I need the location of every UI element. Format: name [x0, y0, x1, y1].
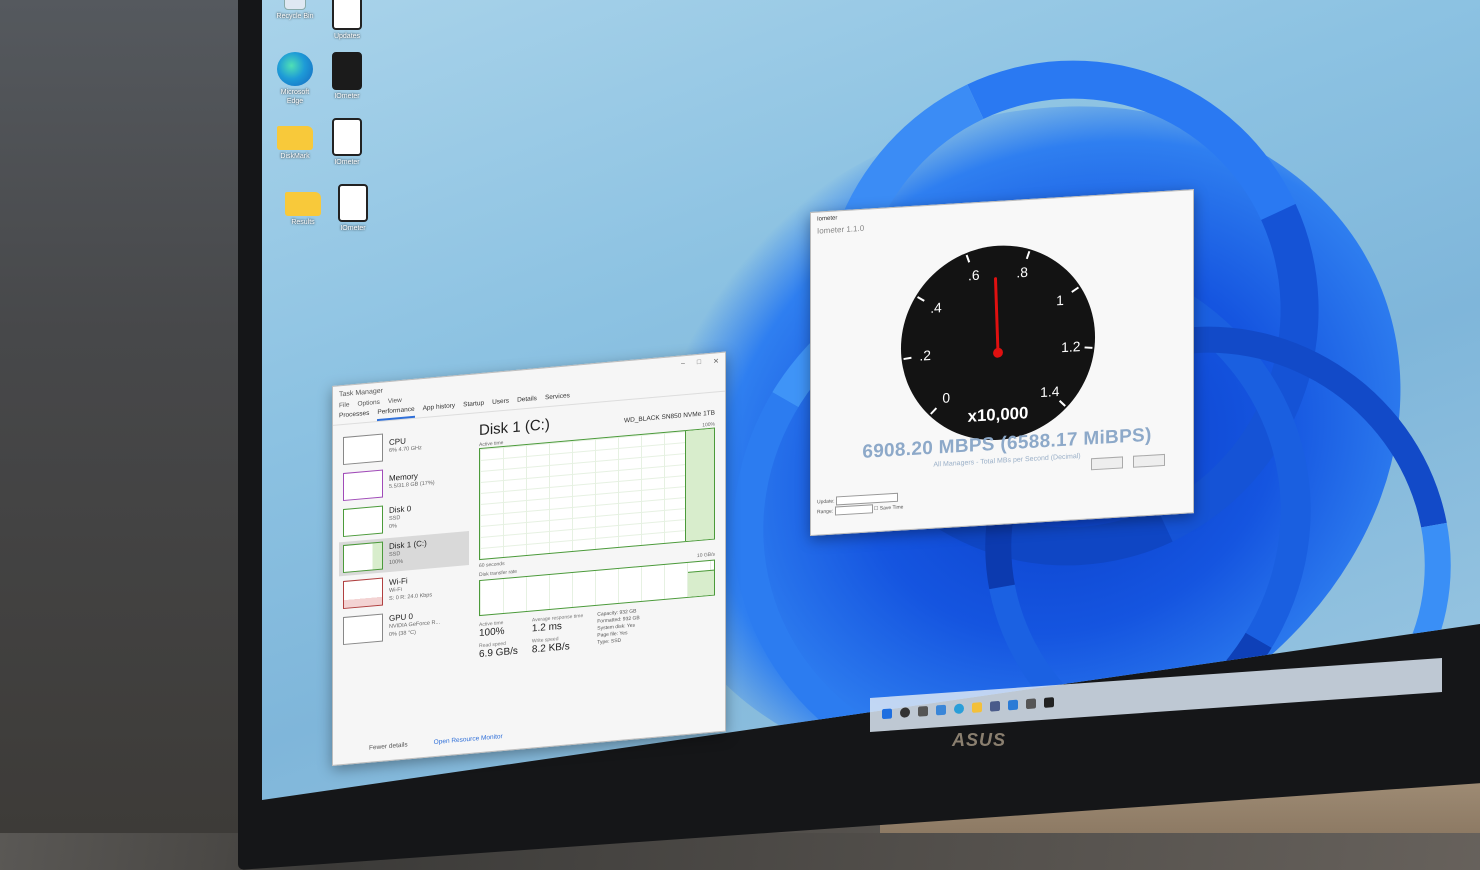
stop-button[interactable]: [1133, 453, 1165, 468]
tab-app-history[interactable]: App history: [423, 402, 456, 417]
update-label: Update:: [817, 498, 835, 506]
gauge-label: .6: [968, 267, 980, 284]
active-time-value: 100%: [479, 625, 505, 640]
gauge-label: 1.4: [1040, 383, 1060, 400]
iometer-icon: [338, 184, 368, 222]
active-time-graph: [479, 427, 715, 561]
room-background: [0, 0, 260, 833]
edge-icon[interactable]: [954, 703, 964, 715]
maximize-icon[interactable]: □: [697, 359, 701, 367]
desktop-icon[interactable]: DiskMark: [272, 118, 318, 178]
gauge-tick: [1084, 346, 1093, 349]
gauge-label: .8: [1016, 264, 1028, 281]
tab-startup[interactable]: Startup: [463, 400, 484, 414]
range-input[interactable]: [834, 504, 873, 516]
iometer-taskbar-icon[interactable]: [1044, 697, 1054, 708]
desktop-icon[interactable]: Microsoft Edge: [272, 52, 318, 112]
read-speed-value: 6.9 GB/s: [479, 645, 518, 661]
window-title: Task Manager: [339, 387, 383, 398]
gauge-multiplier: x10,000: [968, 403, 1029, 426]
speed-gauge: 0 .2 .4 .6 .8 1 1.2 1.4 x10,000: [900, 245, 1096, 441]
store-icon[interactable]: [990, 700, 1000, 712]
asus-logo: ASUS: [952, 730, 1007, 750]
resource-usage: 0%: [389, 523, 397, 531]
resource-monitor-link[interactable]: Open Resource Monitor: [434, 733, 503, 746]
gauge-label: 0: [942, 389, 950, 405]
disk-thumbnail: [343, 541, 383, 574]
transfer-max: 10 GB/s: [696, 551, 715, 560]
transfer-fill: [688, 569, 714, 597]
gpu-thumbnail: [343, 613, 383, 646]
activity-spike: [685, 428, 714, 542]
iometer-icon: [332, 118, 362, 156]
desktop-icon-label: IOmeter: [334, 93, 360, 100]
desktop-icon[interactable]: Results: [280, 184, 326, 244]
close-icon[interactable]: ✕: [713, 357, 719, 366]
gauge-label: .2: [919, 347, 931, 364]
disk-title: Disk 1 (C:): [479, 415, 550, 440]
task-view-icon[interactable]: [918, 705, 928, 717]
mail-icon[interactable]: [1008, 699, 1018, 711]
resource-detail: 6% 4.70 GHz: [389, 445, 422, 455]
cpu-thumbnail: [343, 433, 383, 466]
graph-time: 60 seconds: [479, 560, 505, 570]
desktop-icon-label: Results: [291, 219, 315, 226]
disk-details-panel: Disk 1 (C:) WD_BLACK SN850 NVMe 1TB Acti…: [479, 401, 715, 664]
desktop-icon-label: IOmeter: [340, 225, 366, 232]
desktop-icon-label: IOmeter: [334, 159, 360, 166]
edge-icon: [277, 52, 313, 86]
gauge-label: 1: [1056, 292, 1064, 308]
desktop-icon[interactable]: Recycle Bin: [272, 0, 318, 52]
widgets-icon[interactable]: [936, 704, 946, 716]
task-manager-window[interactable]: Task Manager – □ ✕ File Options View Pro…: [332, 351, 726, 766]
start-icon[interactable]: [882, 708, 892, 720]
iometer-speed-window[interactable]: Iometer Iometer 1.1.0 0.2.4.6.8 1 1.2 1.4 x1…: [810, 189, 1194, 536]
desktop-icon[interactable]: IOmeter: [324, 52, 370, 112]
footer: Fewer details Open Resource Monitor: [369, 733, 503, 752]
desktop-icon-label: Recycle Bin: [276, 13, 314, 20]
gauge-label: .4: [930, 299, 942, 316]
recycle-bin-icon: [284, 0, 306, 10]
save-time-checkbox[interactable]: ☐: [874, 506, 878, 512]
reset-button[interactable]: [1091, 456, 1123, 471]
tab-processes[interactable]: Processes: [339, 410, 369, 425]
memory-thumbnail: [343, 469, 383, 502]
task-manager-icon[interactable]: [1026, 698, 1036, 710]
tab-users[interactable]: Users: [492, 398, 509, 411]
fewer-details-link[interactable]: Fewer details: [369, 741, 408, 751]
tab-performance[interactable]: Performance: [377, 405, 415, 422]
folder-icon: [277, 126, 313, 150]
desktop-icon[interactable]: IOmeter: [330, 184, 376, 244]
gauge-label: 1.2: [1061, 338, 1081, 355]
tab-details[interactable]: Details: [517, 395, 537, 409]
folder-icon: [285, 192, 321, 216]
desktop-icon[interactable]: Updates: [324, 0, 370, 52]
disk-properties: Capacity: 932 GB Formatted: 932 GB System …: [597, 608, 640, 654]
minimize-icon[interactable]: –: [681, 360, 685, 368]
tab-services[interactable]: Services: [545, 392, 570, 406]
desktop-icon-label: Updates: [333, 33, 361, 40]
iometer-icon: [332, 0, 362, 30]
search-icon[interactable]: [900, 707, 910, 718]
desktop-icon[interactable]: IOmeter: [324, 118, 370, 178]
gauge-tick: [903, 356, 912, 361]
resource-list: CPU 6% 4.70 GHz Memory 5.5/31.8 GB (17%)…: [339, 423, 469, 650]
range-label: Range:: [817, 508, 834, 516]
desktop-icon-label: Microsoft Edge: [280, 89, 310, 105]
desktop-icon-label: DiskMark: [280, 153, 310, 160]
disk-thumbnail: [343, 505, 383, 538]
file-explorer-icon[interactable]: [972, 702, 982, 713]
iometer-icon: [332, 52, 362, 90]
save-time-label: Save Time: [879, 504, 904, 512]
gauge-options: Update: Range: 10000 ☐ Save Time: [817, 492, 903, 517]
wifi-thumbnail: [343, 577, 383, 610]
